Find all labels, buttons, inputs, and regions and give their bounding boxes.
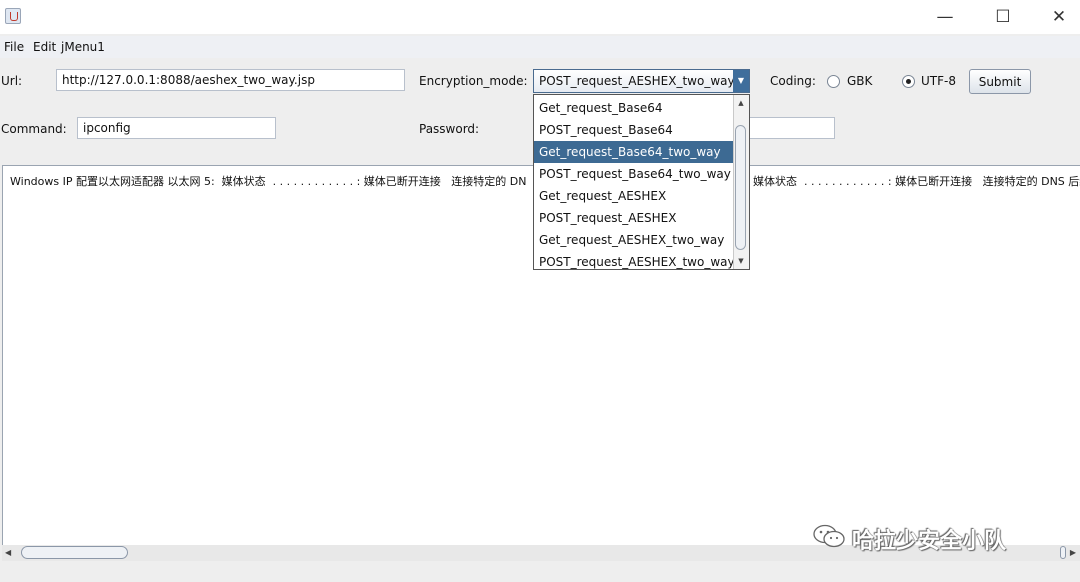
- url-label: Url:: [1, 74, 23, 88]
- horizontal-scroll-thumb[interactable]: [21, 546, 128, 559]
- dropdown-option[interactable]: Get_request_Base64: [534, 97, 734, 119]
- menu-bar: File Edit jMenu1: [0, 36, 1080, 58]
- watermark-text: 哈拉少安全小队: [852, 529, 1007, 554]
- menu-file[interactable]: File: [4, 40, 24, 54]
- radio-utf8[interactable]: [902, 75, 915, 88]
- watermark: 哈拉少安全小队: [812, 520, 1052, 554]
- command-label: Command:: [1, 122, 67, 136]
- password-input[interactable]: [735, 117, 835, 139]
- maximize-button[interactable]: ☐: [980, 0, 1026, 34]
- output-text-right: 媒体状态 . . . . . . . . . . . . : 媒体已断开连接 连…: [753, 175, 1080, 188]
- encryption-mode-selected: POST_request_AESHEX_two_way: [539, 74, 735, 88]
- dropdown-option[interactable]: POST_request_AESHEX: [534, 207, 734, 229]
- close-button[interactable]: ✕: [1036, 0, 1080, 34]
- title-bar: — ☐ ✕: [0, 0, 1080, 34]
- menu-edit[interactable]: Edit: [33, 40, 56, 54]
- horizontal-scroll-thumb-end: [1060, 546, 1066, 559]
- url-input[interactable]: [56, 69, 405, 91]
- password-label: Password:: [419, 122, 480, 136]
- scroll-up-icon[interactable]: ▲: [736, 97, 746, 109]
- radio-gbk[interactable]: [827, 75, 840, 88]
- command-input[interactable]: [77, 117, 276, 139]
- encryption-mode-select[interactable]: POST_request_AESHEX_two_way ▼: [533, 69, 750, 93]
- java-cup-icon: [5, 8, 21, 24]
- chevron-down-icon[interactable]: ▼: [733, 70, 749, 92]
- dropdown-scroll-thumb[interactable]: [735, 125, 746, 250]
- submit-button[interactable]: Submit: [969, 69, 1031, 94]
- scroll-right-icon[interactable]: ▶: [1070, 547, 1076, 559]
- radio-utf8-label: UTF-8: [921, 74, 956, 88]
- minimize-button[interactable]: —: [922, 0, 968, 34]
- menu-jmenu1[interactable]: jMenu1: [61, 40, 105, 54]
- coding-label: Coding:: [770, 74, 816, 88]
- dropdown-scrollbar[interactable]: ▲ ▼: [733, 95, 749, 269]
- dropdown-option[interactable]: POST_request_AESHEX_two_way: [534, 251, 735, 273]
- dropdown-option[interactable]: Get_request_AESHEX: [534, 185, 734, 207]
- scroll-left-icon[interactable]: ◀: [5, 547, 11, 559]
- encryption-mode-dropdown: Get_request_Base64 POST_request_Base64 G…: [533, 94, 750, 270]
- dropdown-option[interactable]: POST_request_Base64: [534, 119, 734, 141]
- wechat-icon: [813, 524, 845, 548]
- dropdown-option[interactable]: POST_request_Base64_two_way: [534, 163, 734, 185]
- dropdown-option-highlighted[interactable]: Get_request_Base64_two_way: [534, 141, 734, 163]
- radio-gbk-label: GBK: [847, 74, 873, 88]
- encryption-mode-label: Encryption_mode:: [419, 74, 528, 88]
- output-text-left: Windows IP 配置以太网适配器 以太网 5: 媒体状态 . . . . …: [10, 175, 527, 188]
- scroll-down-icon[interactable]: ▼: [736, 255, 746, 267]
- dropdown-option[interactable]: Get_request_AESHEX_two_way: [534, 229, 734, 251]
